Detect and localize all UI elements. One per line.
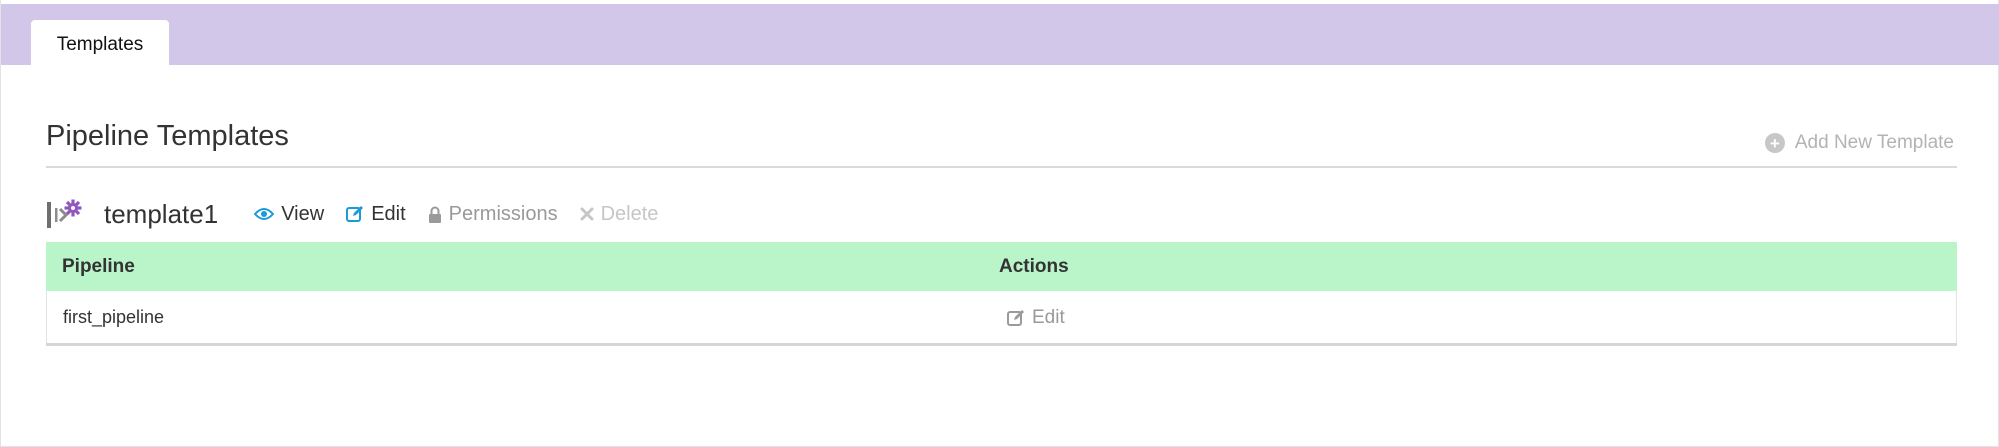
edit-icon <box>346 206 364 222</box>
lock-icon <box>428 206 441 223</box>
close-icon <box>580 207 594 221</box>
edit-icon <box>1007 309 1024 326</box>
permissions-button[interactable]: Permissions <box>428 203 558 226</box>
delete-template-button[interactable]: Delete <box>580 202 659 226</box>
view-template-button[interactable]: View <box>254 203 324 226</box>
edit-pipeline-button[interactable]: Edit <box>1007 307 1065 329</box>
add-new-template-label: Add New Template <box>1794 132 1954 153</box>
tab-templates[interactable]: Templates <box>31 20 169 70</box>
title-divider <box>46 166 1957 168</box>
eye-icon <box>254 208 275 220</box>
column-header-actions: Actions <box>999 255 1069 277</box>
pipelines-table: Pipeline Actions first_pipeline Edit <box>46 242 1957 346</box>
view-label: View <box>281 202 325 225</box>
edit-pipeline-label: Edit <box>1032 306 1065 328</box>
table-row: first_pipeline Edit <box>46 291 1957 343</box>
column-header-pipeline: Pipeline <box>62 255 135 277</box>
plus-circle-icon: + <box>1764 133 1785 153</box>
add-new-template-button[interactable]: + Add New Template <box>1764 132 1954 154</box>
tab-bar: Templates <box>1 4 1999 70</box>
row-actions: Edit <box>1000 303 1956 332</box>
table-header: Pipeline Actions <box>46 242 1957 291</box>
template-icon <box>47 199 82 228</box>
page-frame: Templates Pipeline Templates + Add New T… <box>0 0 1999 447</box>
edit-template-button[interactable]: Edit <box>346 202 406 226</box>
page-title: Pipeline Templates <box>46 120 289 152</box>
tab-templates-label: Templates <box>56 34 144 55</box>
edit-label: Edit <box>371 202 406 225</box>
delete-label: Delete <box>600 202 659 225</box>
template-name: template1 <box>104 198 219 229</box>
template-header: template1 View Edit Permissions Delete <box>46 196 680 232</box>
permissions-label: Permissions <box>448 202 558 225</box>
pipeline-name: first_pipeline <box>63 306 165 327</box>
